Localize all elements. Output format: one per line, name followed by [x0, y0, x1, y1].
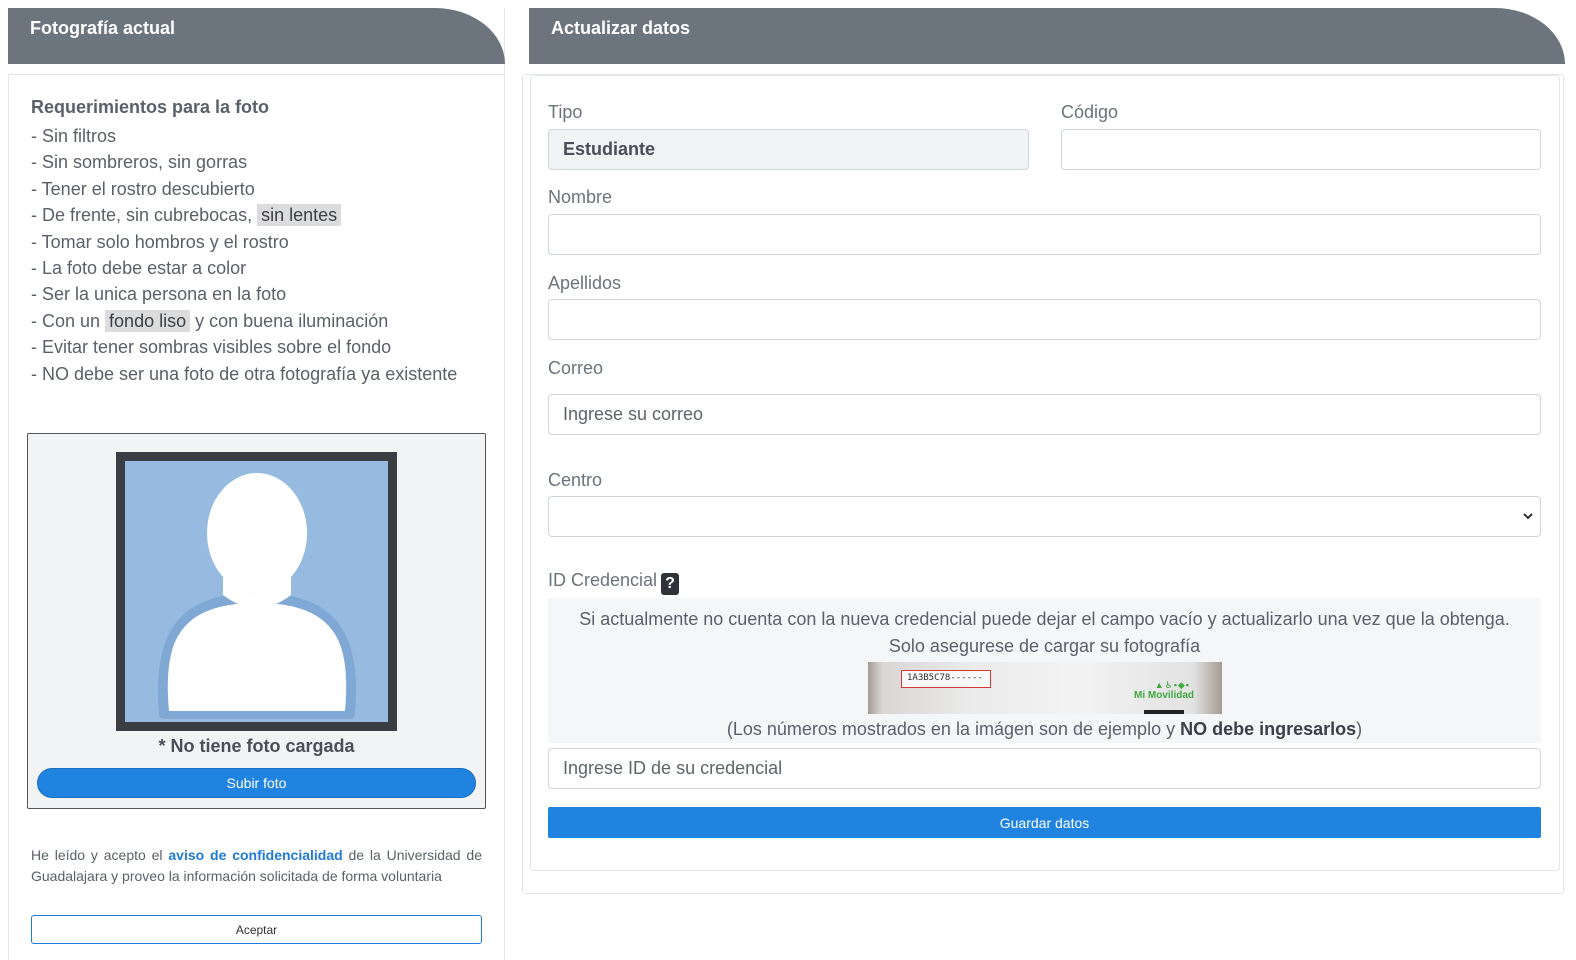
requirement-item: - Tener el rostro descubierto	[31, 178, 255, 199]
requirement-highlight: fondo liso	[105, 309, 191, 332]
apellidos-input[interactable]	[548, 299, 1541, 340]
photo-frame	[116, 452, 397, 731]
upload-photo-button[interactable]: Subir foto	[37, 768, 476, 798]
photo-panel-header: Fotografía actual	[8, 8, 505, 64]
nombre-input[interactable]	[548, 214, 1541, 255]
photo-panel: Fotografía actual Requerimientos para la…	[8, 8, 505, 960]
nombre-label: Nombre	[548, 187, 613, 207]
accept-button[interactable]: Aceptar	[31, 915, 482, 944]
form-panel-title: Actualizar datos	[551, 18, 691, 38]
no-photo-label: * No tiene foto cargada	[158, 736, 355, 756]
centro-label: Centro	[548, 470, 603, 490]
requirements-list: - Sin filtros - Sin sombreros, sin gorra…	[31, 123, 471, 387]
requirement-highlight: sin lentes	[257, 204, 342, 227]
form-panel-body: Tipo Estudiante Código Nombre Apellidos …	[522, 74, 1564, 894]
requirement-text: - Con un	[31, 310, 106, 331]
help-icon[interactable]: ?	[661, 573, 680, 595]
credencial-label-row: ID Credencial?	[548, 570, 680, 595]
codigo-input[interactable]	[1061, 129, 1541, 170]
requirement-item: - NO debe ser una foto de otra fotografí…	[31, 363, 458, 384]
credential-example-image: 1A3B5C78------ ▲♿▪◆▪ Mi Movilidad	[868, 662, 1222, 714]
requirement-item: - La foto debe estar a color	[31, 258, 247, 279]
example-note-start: (Los números mostrados en la imágen son …	[726, 719, 1181, 739]
credencial-info-box: Si actualmente no cuenta con la nueva cr…	[548, 598, 1541, 743]
photo-panel-body: Requerimientos para la foto - Sin filtro…	[8, 74, 505, 960]
save-data-button[interactable]: Guardar datos	[548, 807, 1541, 838]
requirement-item: - Evitar tener sombras visibles sobre el…	[31, 337, 392, 358]
tipo-field: Estudiante	[548, 129, 1029, 170]
consent-text: He leído y acepto el aviso de confidenci…	[31, 845, 482, 887]
avatar-placeholder-icon	[125, 461, 388, 722]
update-form: Tipo Estudiante Código Nombre Apellidos …	[530, 75, 1560, 871]
privacy-notice-link[interactable]: aviso de confidencialidad	[168, 847, 342, 863]
form-panel-header: Actualizar datos	[529, 8, 1565, 64]
card-brand-logo: Mi Movilidad	[1134, 690, 1194, 701]
requirements-title: Requerimientos para la foto	[31, 97, 270, 117]
requirement-item: - De frente, sin cubrebocas, sin lentes	[31, 202, 471, 228]
credencial-input[interactable]: Ingrese ID de su credencial	[548, 748, 1541, 789]
credencial-info-text: Si actualmente no cuenta con la nueva cr…	[579, 609, 1510, 656]
requirement-item: - Con un fondo liso y con buena iluminac…	[31, 308, 471, 334]
consent-text-start: He leído y acepto el	[31, 847, 169, 863]
example-note: (Los números mostrados en la imágen son …	[548, 719, 1541, 740]
requirement-item: - Sin filtros	[31, 126, 117, 146]
credencial-label: ID Credencial	[548, 570, 658, 590]
codigo-label: Código	[1061, 102, 1119, 122]
card-strip	[1144, 710, 1184, 714]
correo-input[interactable]: Ingrese su correo	[548, 394, 1541, 435]
requirement-text: - De frente, sin cubrebocas,	[31, 205, 258, 226]
tipo-label: Tipo	[548, 102, 583, 122]
photo-preview-box: * No tiene foto cargada Subir foto	[27, 433, 486, 809]
form-panel: Actualizar datos Tipo Estudiante Código …	[522, 8, 1565, 894]
correo-label: Correo	[548, 358, 604, 378]
example-note-end: )	[1356, 719, 1363, 739]
photo-panel-title: Fotografía actual	[30, 18, 176, 38]
requirement-item: - Ser la unica persona en la foto	[31, 284, 287, 305]
requirement-item: - Tomar solo hombros y el rostro	[31, 231, 289, 252]
credential-example-code: 1A3B5C78------	[901, 670, 991, 688]
chevron-down-icon	[1523, 513, 1533, 520]
example-note-bold: NO debe ingresarlos	[1180, 719, 1357, 739]
requirement-text: y con buena iluminación	[190, 310, 389, 331]
centro-select[interactable]	[548, 496, 1541, 537]
requirement-item: - Sin sombreros, sin gorras	[31, 152, 248, 173]
apellidos-label: Apellidos	[548, 273, 622, 293]
